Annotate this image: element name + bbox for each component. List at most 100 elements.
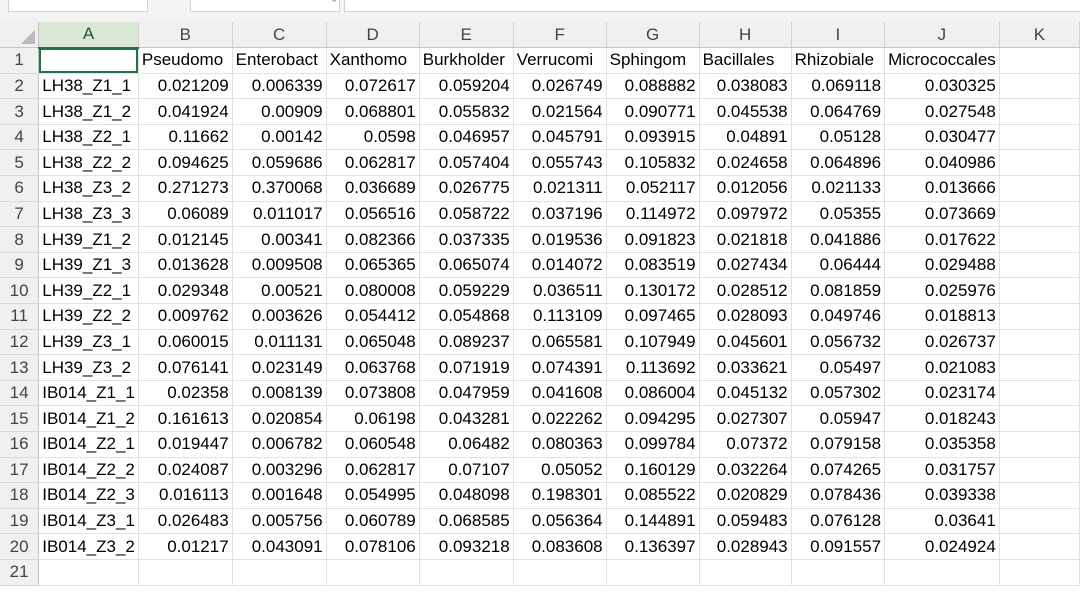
cell[interactable]: 0.065074 (419, 252, 514, 279)
cell[interactable]: 0.058722 (419, 201, 514, 228)
cell[interactable]: 0.01217 (138, 533, 233, 560)
cell[interactable]: 0.028093 (699, 303, 792, 330)
cell[interactable]: 0.054412 (326, 303, 420, 330)
cell[interactable]: 0.049746 (791, 303, 886, 330)
cell[interactable]: 0.097465 (606, 303, 700, 330)
cell[interactable] (999, 303, 1080, 330)
cell[interactable]: IB014_Z2_3 (38, 482, 139, 509)
cell[interactable]: 0.021311 (513, 175, 607, 202)
cell[interactable]: 0.003296 (232, 457, 327, 484)
cell[interactable]: 0.078106 (326, 533, 420, 560)
cell[interactable]: 0.069118 (791, 73, 886, 100)
cell[interactable]: 0.046957 (419, 124, 514, 151)
cell[interactable] (999, 201, 1080, 228)
cell[interactable]: LH38_Z3_2 (38, 175, 139, 202)
cell[interactable]: 0.018243 (884, 405, 1000, 432)
cell[interactable]: 0.013628 (138, 252, 233, 279)
row-header[interactable]: 17 (0, 457, 40, 484)
cell[interactable]: IB014_Z1_1 (38, 380, 139, 407)
cell[interactable]: 0.06089 (138, 201, 233, 228)
row-header[interactable]: 10 (0, 277, 40, 305)
cell[interactable]: 0.091557 (791, 533, 886, 560)
cell[interactable] (138, 559, 233, 586)
cell[interactable]: 0.064896 (791, 149, 886, 177)
cell[interactable] (38, 47, 139, 74)
cell[interactable]: 0.035358 (884, 431, 1000, 458)
cell[interactable] (999, 149, 1080, 177)
cell[interactable]: 0.012145 (138, 226, 233, 253)
cell[interactable]: Sphingom (606, 47, 700, 74)
row-header[interactable]: 15 (0, 405, 40, 432)
cell[interactable] (999, 559, 1080, 586)
cell[interactable]: 0.079158 (791, 431, 886, 458)
cell[interactable]: 0.068801 (326, 98, 420, 125)
chevron-down-icon[interactable]: ⌄ (330, 0, 338, 5)
cell[interactable]: 0.054995 (326, 482, 420, 509)
row-header[interactable]: 9 (0, 252, 40, 279)
cell[interactable]: Micrococcales (884, 47, 1000, 74)
cell[interactable] (999, 73, 1080, 100)
cell[interactable]: 0.05128 (791, 124, 886, 151)
cell[interactable]: Bacillales (699, 47, 792, 74)
cell[interactable]: 0.003626 (232, 303, 327, 330)
cell[interactable]: 0.082366 (326, 226, 420, 253)
cell[interactable]: 0.06198 (326, 405, 420, 432)
cell[interactable] (999, 354, 1080, 381)
cell[interactable]: 0.00142 (232, 124, 327, 151)
row-header[interactable]: 1 (0, 47, 40, 74)
cell[interactable]: LH39_Z1_3 (38, 252, 139, 279)
cell[interactable]: 0.144891 (606, 508, 700, 535)
cell[interactable] (884, 559, 1000, 586)
cell[interactable] (999, 380, 1080, 407)
cell[interactable]: 0.021564 (513, 98, 607, 125)
cell[interactable] (999, 329, 1080, 356)
cell[interactable]: 0.013666 (884, 175, 1000, 202)
cell[interactable] (699, 559, 792, 586)
cell[interactable]: 0.086004 (606, 380, 700, 407)
cell[interactable] (999, 226, 1080, 253)
cell[interactable]: 0.081859 (791, 277, 886, 305)
cell[interactable]: Verrucomi (513, 47, 607, 74)
cell[interactable] (999, 405, 1080, 432)
row-header[interactable]: 14 (0, 380, 40, 407)
cell[interactable]: 0.06444 (791, 252, 886, 279)
cell[interactable]: 0.047959 (419, 380, 514, 407)
cell[interactable]: 0.074265 (791, 457, 886, 484)
cell[interactable]: 0.093218 (419, 533, 514, 560)
cell[interactable]: 0.028512 (699, 277, 792, 305)
cell[interactable]: 0.041924 (138, 98, 233, 125)
cell[interactable] (999, 508, 1080, 535)
cell[interactable]: 0.045538 (699, 98, 792, 125)
cell[interactable] (419, 559, 514, 586)
column-header-k[interactable]: K (999, 22, 1080, 49)
cell[interactable]: 0.036689 (326, 175, 420, 202)
cell[interactable]: Pseudomo (138, 47, 233, 74)
cell[interactable]: 0.028943 (699, 533, 792, 560)
cell[interactable]: 0.016113 (138, 482, 233, 509)
cell[interactable]: 0.02358 (138, 380, 233, 407)
cell[interactable]: 0.032264 (699, 457, 792, 484)
cell[interactable]: 0.041886 (791, 226, 886, 253)
cell[interactable] (606, 559, 700, 586)
cell[interactable]: 0.021209 (138, 73, 233, 100)
cell[interactable]: 0.052117 (606, 175, 700, 202)
cell[interactable]: LH39_Z1_2 (38, 226, 139, 253)
cell[interactable]: LH39_Z3_1 (38, 329, 139, 356)
cell[interactable]: 0.037335 (419, 226, 514, 253)
cell[interactable] (999, 533, 1080, 560)
row-header[interactable]: 3 (0, 98, 40, 125)
cell[interactable]: 0.020829 (699, 482, 792, 509)
cell[interactable]: 0.0598 (326, 124, 420, 151)
cell[interactable]: 0.11662 (138, 124, 233, 151)
cell[interactable]: 0.105832 (606, 149, 700, 177)
cell[interactable]: 0.026775 (419, 175, 514, 202)
cell[interactable]: 0.06482 (419, 431, 514, 458)
cell[interactable] (999, 252, 1080, 279)
cell[interactable]: 0.05355 (791, 201, 886, 228)
cell[interactable]: 0.045791 (513, 124, 607, 151)
cell[interactable]: 0.030477 (884, 124, 1000, 151)
cell[interactable]: 0.094625 (138, 149, 233, 177)
formula-input[interactable] (344, 0, 1080, 12)
cell[interactable]: 0.027434 (699, 252, 792, 279)
row-header[interactable]: 4 (0, 124, 40, 151)
